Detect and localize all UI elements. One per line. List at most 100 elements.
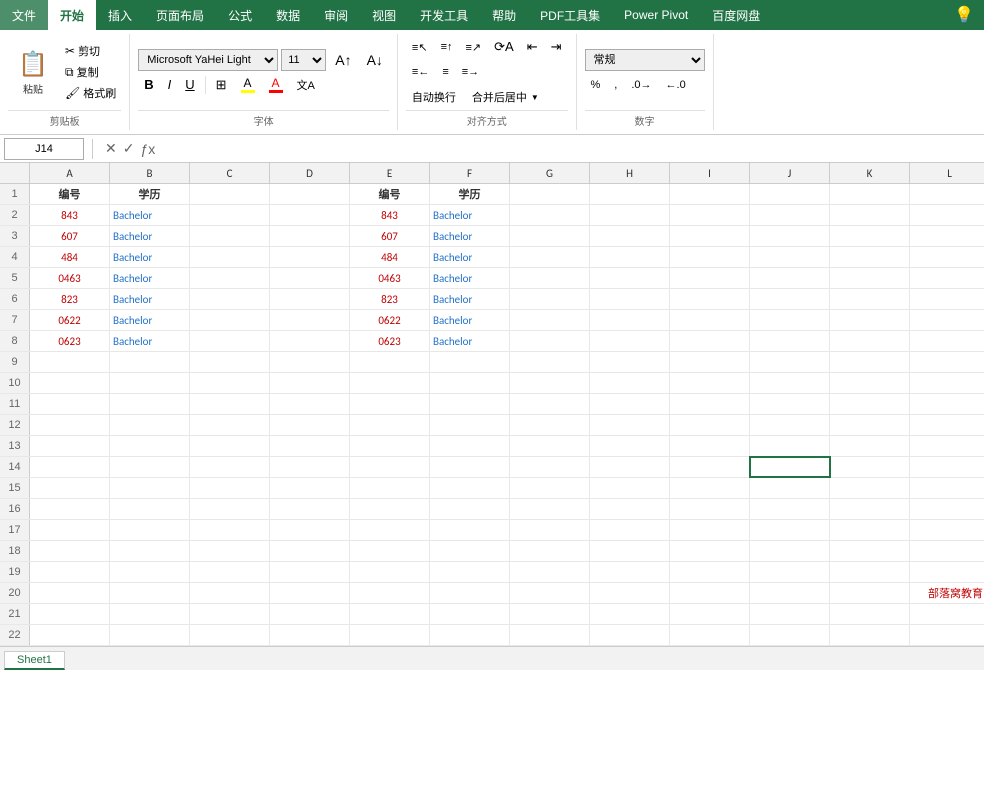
cell-G7[interactable]: [510, 310, 590, 330]
bold-button[interactable]: B: [138, 74, 159, 96]
sheet-tab-1[interactable]: Sheet1: [4, 651, 65, 670]
cell-G11[interactable]: [510, 394, 590, 414]
cell-F18[interactable]: [430, 541, 510, 561]
cell-C15[interactable]: [190, 478, 270, 498]
align-right-button[interactable]: ≡→: [456, 61, 485, 83]
cell-F13[interactable]: [430, 436, 510, 456]
italic-button[interactable]: I: [162, 74, 178, 96]
cell-D3[interactable]: [270, 226, 350, 246]
cell-E6[interactable]: 823: [350, 289, 430, 309]
font-name-select[interactable]: Microsoft YaHei Light: [138, 49, 278, 71]
cell-L6[interactable]: [910, 289, 984, 309]
cell-K11[interactable]: [830, 394, 910, 414]
cell-D22[interactable]: [270, 625, 350, 645]
cell-C10[interactable]: [190, 373, 270, 393]
increase-indent-button[interactable]: ⇥: [545, 36, 568, 58]
cell-G10[interactable]: [510, 373, 590, 393]
tab-page-layout[interactable]: 页面布局: [144, 0, 216, 30]
cell-C14[interactable]: [190, 457, 270, 477]
decrease-indent-button[interactable]: ⇤: [521, 36, 544, 58]
cell-H18[interactable]: [590, 541, 670, 561]
cell-H3[interactable]: [590, 226, 670, 246]
cell-D11[interactable]: [270, 394, 350, 414]
cell-E7[interactable]: 0622: [350, 310, 430, 330]
cell-E2[interactable]: 843: [350, 205, 430, 225]
cell-L14[interactable]: [910, 457, 984, 477]
cell-D19[interactable]: [270, 562, 350, 582]
increase-decimal-button[interactable]: .0→: [625, 74, 657, 96]
col-header-j[interactable]: J: [750, 163, 830, 183]
cell-B7[interactable]: Bachelor: [110, 310, 190, 330]
cell-K18[interactable]: [830, 541, 910, 561]
cell-E4[interactable]: 484: [350, 247, 430, 267]
cell-G18[interactable]: [510, 541, 590, 561]
cell-G17[interactable]: [510, 520, 590, 540]
cell-H1[interactable]: [590, 184, 670, 204]
cell-D17[interactable]: [270, 520, 350, 540]
cell-F19[interactable]: [430, 562, 510, 582]
col-header-k[interactable]: K: [830, 163, 910, 183]
cell-I5[interactable]: [670, 268, 750, 288]
cell-D6[interactable]: [270, 289, 350, 309]
cell-H20[interactable]: [590, 583, 670, 603]
cell-G16[interactable]: [510, 499, 590, 519]
cell-I6[interactable]: [670, 289, 750, 309]
cell-H6[interactable]: [590, 289, 670, 309]
cell-F16[interactable]: [430, 499, 510, 519]
cell-F10[interactable]: [430, 373, 510, 393]
cell-A15[interactable]: [30, 478, 110, 498]
cell-C17[interactable]: [190, 520, 270, 540]
cell-I20[interactable]: [670, 583, 750, 603]
cell-E3[interactable]: 607: [350, 226, 430, 246]
cell-K13[interactable]: [830, 436, 910, 456]
col-header-g[interactable]: G: [510, 163, 590, 183]
fill-color-button[interactable]: A: [235, 74, 261, 96]
cell-L9[interactable]: [910, 352, 984, 372]
cell-I3[interactable]: [670, 226, 750, 246]
cell-H15[interactable]: [590, 478, 670, 498]
cell-G6[interactable]: [510, 289, 590, 309]
cell-L3[interactable]: [910, 226, 984, 246]
cancel-formula-icon[interactable]: ✕: [105, 140, 117, 157]
cell-A19[interactable]: [30, 562, 110, 582]
tab-help[interactable]: 帮助: [480, 0, 528, 30]
cell-H9[interactable]: [590, 352, 670, 372]
cell-G13[interactable]: [510, 436, 590, 456]
cell-K5[interactable]: [830, 268, 910, 288]
cell-C7[interactable]: [190, 310, 270, 330]
cell-J7[interactable]: [750, 310, 830, 330]
align-top-left-button[interactable]: ≡↖: [406, 36, 434, 58]
cell-D9[interactable]: [270, 352, 350, 372]
cell-D16[interactable]: [270, 499, 350, 519]
cell-C6[interactable]: [190, 289, 270, 309]
cell-D7[interactable]: [270, 310, 350, 330]
cell-F21[interactable]: [430, 604, 510, 624]
cell-B3[interactable]: Bachelor: [110, 226, 190, 246]
cell-K21[interactable]: [830, 604, 910, 624]
cell-F11[interactable]: [430, 394, 510, 414]
col-header-d[interactable]: D: [270, 163, 350, 183]
cell-E20[interactable]: [350, 583, 430, 603]
cell-E10[interactable]: [350, 373, 430, 393]
align-left-button[interactable]: ≡←: [406, 61, 435, 83]
cell-L13[interactable]: [910, 436, 984, 456]
tab-home[interactable]: 开始: [48, 0, 96, 30]
tab-power-pivot[interactable]: Power Pivot: [612, 0, 700, 30]
confirm-formula-icon[interactable]: ✓: [123, 140, 135, 157]
cell-E11[interactable]: [350, 394, 430, 414]
cell-L5[interactable]: [910, 268, 984, 288]
cell-C18[interactable]: [190, 541, 270, 561]
cell-B15[interactable]: [110, 478, 190, 498]
cell-K12[interactable]: [830, 415, 910, 435]
cell-K3[interactable]: [830, 226, 910, 246]
cell-K6[interactable]: [830, 289, 910, 309]
cell-J17[interactable]: [750, 520, 830, 540]
merge-center-button[interactable]: 合并后居中 ▼: [466, 86, 545, 108]
cell-G19[interactable]: [510, 562, 590, 582]
cell-E21[interactable]: [350, 604, 430, 624]
cell-G15[interactable]: [510, 478, 590, 498]
cell-J8[interactable]: [750, 331, 830, 351]
cell-G3[interactable]: [510, 226, 590, 246]
formula-input[interactable]: [163, 138, 980, 160]
cell-C11[interactable]: [190, 394, 270, 414]
